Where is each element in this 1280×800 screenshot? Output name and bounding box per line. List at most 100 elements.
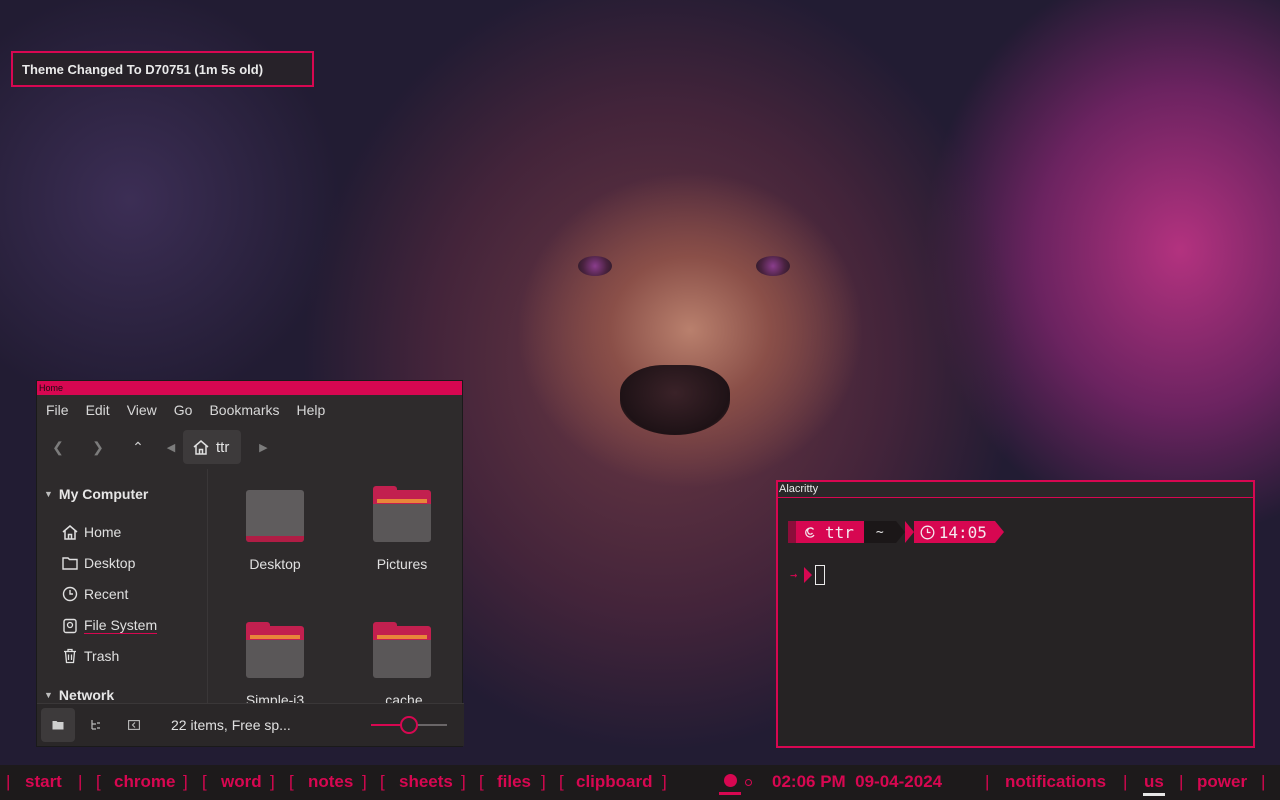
workspace-inactive-indicator[interactable] [745,779,752,786]
prompt-separator-icon [904,521,914,543]
terminal-prompt: ttr ~ 14:05 [788,521,1004,543]
bar-bracket: [ [559,772,564,791]
forward-button[interactable]: ❯ [81,431,115,463]
sidebar-item-recent[interactable]: Recent [62,586,128,602]
bar-bracket: ] [362,772,367,791]
prompt-dir-segment: ~ [863,521,896,543]
menu-bookmarks[interactable]: Bookmarks [209,402,279,418]
bar-bracket: ] [662,772,667,791]
menu-edit[interactable]: Edit [86,402,110,418]
bar-item-sheets[interactable]: sheets [399,772,453,792]
prompt-user-segment: ttr [788,521,864,543]
prompt-separator-icon [804,567,813,583]
file-label: Pictures [376,556,428,572]
prompt-time: 14:05 [938,522,987,542]
bar-bracket: ] [541,772,546,791]
bar-bracket: ] [183,772,188,791]
sidebar-item-desktop[interactable]: Desktop [62,555,135,571]
folder-icon [373,486,431,542]
workspace-active-indicator[interactable] [724,774,737,787]
terminal-window[interactable]: Alacritty ttr ~ 14:05 → [776,480,1255,748]
up-button[interactable]: ⌃ [121,431,155,463]
toolbar: ❮ ❯ ⌃ ◀ ttr ▶ [37,425,462,469]
bar-bracket: [ [479,772,484,791]
menu-bar: File Edit View Go Bookmarks Help [37,395,462,425]
status-text: 22 items, Free sp... [171,717,291,733]
menu-go[interactable]: Go [174,402,193,418]
wallpaper-detail [756,256,790,276]
debian-swirl-icon [805,526,815,538]
places-toggle-button[interactable] [41,708,75,742]
tree-toggle-button[interactable] [79,708,113,742]
notification-text: Theme Changed To D70751 (1m 5s old) [22,61,264,77]
sidebar-item-file-system[interactable]: File System [62,617,158,634]
clock-icon [62,586,78,602]
chevron-up-icon: ⌃ [132,438,144,455]
menu-file[interactable]: File [46,402,69,418]
bar-item-keyboard-layout[interactable]: us [1144,772,1164,792]
bar-bracket: ] [461,772,466,791]
file-label: Desktop [249,556,301,572]
breadcrumb-home[interactable]: ttr [183,430,242,464]
breadcrumb-left-button[interactable]: ◀ [161,431,181,463]
file-item-pictures[interactable]: Pictures [347,486,457,572]
terminal-input-line[interactable]: → [790,565,826,585]
bar-separator: | [78,772,83,791]
sidebar-item-label: Trash [84,648,120,664]
prompt-arrow-icon: → [790,568,798,582]
sidebar-item-label: Desktop [84,555,136,571]
bar-item-files[interactable]: files [497,772,531,792]
bar-item-chrome[interactable]: chrome [114,772,175,792]
bar-item-start[interactable]: start [25,772,62,792]
bar-bracket: [ [289,772,294,791]
bar-bracket: [ [96,772,101,791]
folder-icon [373,622,431,678]
bar-separator: | [1261,772,1266,791]
keyboard-layout-underline [1143,793,1165,796]
menu-view[interactable]: View [127,402,157,418]
section-label: My Computer [58,486,149,502]
zoom-slider-knob[interactable] [400,716,418,734]
triangle-right-icon: ▶ [259,441,268,454]
bar-bracket: [ [202,772,207,791]
sidebar-section-network[interactable]: ▼ Network [44,687,114,703]
status-bar: 22 items, Free sp... [37,703,464,746]
sidebar-item-label: Home [84,524,122,540]
bar-item-word[interactable]: word [221,772,262,792]
file-item-simple-i3[interactable]: Simple-i3 [220,622,330,708]
tree-icon [91,720,100,730]
theme-notification[interactable]: Theme Changed To D70751 (1m 5s old) [11,51,314,87]
sidebar-section-my-computer[interactable]: ▼ My Computer [44,486,148,502]
menu-help[interactable]: Help [297,402,326,418]
triangle-down-icon: ▼ [44,489,53,499]
bar-bracket: [ [380,772,385,791]
sidebar-item-trash[interactable]: Trash [62,648,119,664]
bar-item-notifications[interactable]: notifications [1005,772,1106,792]
trash-icon [64,648,76,664]
window-title: Home [39,383,64,393]
hide-sidebar-button[interactable] [117,708,151,742]
chevron-right-icon: ❯ [92,438,104,455]
back-button[interactable]: ❮ [41,431,75,463]
triangle-left-icon: ◀ [166,441,176,454]
bar-item-power[interactable]: power [1197,772,1247,792]
file-item-desktop[interactable]: Desktop [220,490,330,572]
zoom-slider[interactable] [371,716,447,734]
prompt-user: ttr [825,522,854,542]
folder-icon [246,490,304,542]
bar-separator: | [6,772,11,791]
triangle-down-icon: ▼ [44,690,53,700]
file-item-cache[interactable]: .cache [347,622,457,708]
file-manager-window: Home File Edit View Go Bookmarks Help ❮ … [36,380,464,747]
sidebar-item-home[interactable]: Home [62,524,121,540]
window-titlebar[interactable]: Alacritty [778,482,1253,498]
bar-clock: 02:06 PM 09-04-2024 [772,772,943,791]
top-status-bar: | start | [ chrome ] [ word ] [ notes ] … [0,765,1280,800]
drive-icon [63,618,77,633]
window-titlebar[interactable]: Home [37,381,462,395]
bar-item-clipboard[interactable]: clipboard [576,772,653,792]
wallpaper-detail [620,365,730,435]
breadcrumb-right-button[interactable]: ▶ [253,431,273,463]
bar-item-notes[interactable]: notes [308,772,353,792]
bar-separator: | [985,772,990,791]
